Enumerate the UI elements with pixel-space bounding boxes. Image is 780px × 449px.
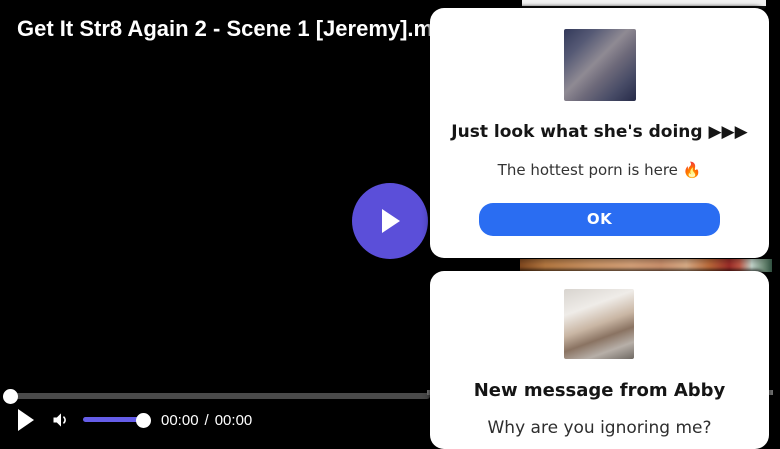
duration: 00:00 <box>215 412 253 429</box>
page-fragment-dot <box>769 390 773 395</box>
current-time: 00:00 <box>161 412 199 429</box>
webcam-video-thumbnail[interactable] <box>564 29 636 101</box>
progress-bar[interactable] <box>4 393 430 399</box>
selfie-photo-thumbnail[interactable] <box>564 289 634 359</box>
ok-button[interactable]: OK <box>479 203 720 236</box>
video-title: Get It Str8 Again 2 - Scene 1 [Jeremy].m… <box>17 16 425 42</box>
speaker-low-icon <box>51 415 71 434</box>
play-button[interactable] <box>18 409 34 431</box>
play-icon <box>382 209 400 233</box>
big-play-button[interactable] <box>352 183 428 259</box>
progress-thumb[interactable] <box>3 389 18 404</box>
promo-popup-subtitle: The hottest porn is here 🔥 <box>430 161 769 179</box>
message-popup-body: Why are you ignoring me? <box>430 418 769 438</box>
promo-popup: Just look what she's doing ▶▶▶ The hotte… <box>430 8 769 258</box>
message-popup-title: New message from Abby <box>430 380 769 401</box>
volume-slider[interactable] <box>83 417 144 422</box>
volume-thumb[interactable] <box>136 413 151 428</box>
promo-popup-title: Just look what she's doing ▶▶▶ <box>430 122 769 142</box>
message-popup[interactable]: New message from Abby Why are you ignori… <box>430 271 769 449</box>
time-display: 00:00 / 00:00 <box>161 412 252 429</box>
time-separator: / <box>205 412 209 429</box>
mute-button[interactable] <box>51 410 71 430</box>
